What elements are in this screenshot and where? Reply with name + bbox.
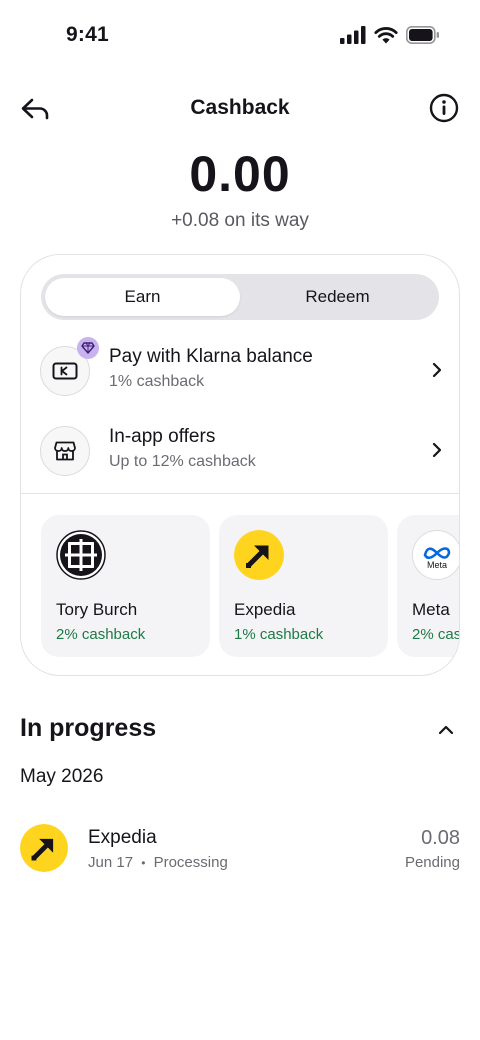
earn-option-klarna-balance[interactable]: Pay with Klarna balance 1% cashback — [21, 337, 459, 401]
page-title: Cashback — [190, 96, 290, 119]
transaction-amount: 0.08 — [421, 827, 460, 849]
meta-logo: Meta — [412, 530, 459, 580]
battery-icon — [406, 26, 439, 44]
earn-option-in-app-offers[interactable]: In-app offers Up to 12% cashback — [21, 419, 459, 481]
merchant-cashback: 2% cashback — [412, 626, 459, 643]
merchant-name: Tory Burch — [56, 600, 138, 619]
tab-earn[interactable]: Earn — [45, 278, 240, 316]
transaction-status: Pending — [404, 854, 460, 871]
expedia-logo — [234, 530, 284, 580]
merchant-name: Meta — [412, 600, 450, 619]
meta-logo-text: Meta — [427, 560, 447, 570]
merchant-cashback: 1% cashback — [234, 626, 324, 643]
cellular-signal-icon — [340, 26, 366, 44]
earn-option-subtitle: Up to 12% cashback — [109, 453, 256, 470]
tory-burch-logo — [56, 530, 106, 580]
status-time: 9:41 — [66, 23, 109, 46]
tab-redeem[interactable]: Redeem — [240, 278, 435, 316]
status-icons — [340, 26, 440, 44]
cashback-balance: 0.00 — [189, 146, 291, 202]
info-button[interactable] — [428, 92, 460, 124]
merchant-name: Expedia — [234, 600, 296, 619]
transaction-merchant: Expedia — [88, 827, 157, 848]
transaction-row-expedia[interactable]: Expedia Jun 17 • Processing 0.08 Pending — [0, 820, 480, 880]
section-title-in-progress: In progress — [20, 714, 157, 742]
chevron-up-icon — [438, 725, 454, 735]
top-navigation: Cashback — [0, 88, 480, 130]
store-icon — [40, 426, 90, 476]
collapse-section-button[interactable] — [434, 718, 458, 742]
earn-option-subtitle: 1% cashback — [109, 373, 205, 390]
merchant-card-expedia[interactable]: Expedia 1% cashback — [219, 515, 388, 657]
pending-amount-text: +0.08 on its way — [171, 210, 309, 231]
earn-option-title: Pay with Klarna balance — [109, 346, 313, 367]
merchant-card-meta[interactable]: Meta Meta 2% cashback — [397, 515, 459, 657]
transaction-state: Processing — [153, 854, 228, 871]
earn-option-title: In-app offers — [109, 426, 216, 447]
diamond-icon — [77, 337, 99, 359]
chevron-right-icon — [432, 442, 442, 458]
earn-redeem-tabs: Earn Redeem — [41, 274, 439, 320]
month-label: May 2026 — [20, 766, 104, 787]
separator-dot: • — [141, 856, 146, 870]
merchant-card-tory-burch[interactable]: Tory Burch 2% cashback — [41, 515, 210, 657]
wifi-icon — [374, 27, 398, 44]
info-icon — [429, 93, 459, 123]
transaction-meta: Jun 17 • Processing — [88, 854, 228, 871]
merchant-cashback: 2% cashback — [56, 626, 146, 643]
transaction-date: Jun 17 — [88, 854, 134, 871]
status-bar: 9:41 — [0, 0, 480, 70]
earn-redeem-card: Earn Redeem Pay with Klarna balance 1% c… — [20, 254, 460, 676]
chevron-right-icon — [432, 362, 442, 378]
divider — [21, 493, 459, 494]
expedia-logo — [20, 824, 68, 872]
